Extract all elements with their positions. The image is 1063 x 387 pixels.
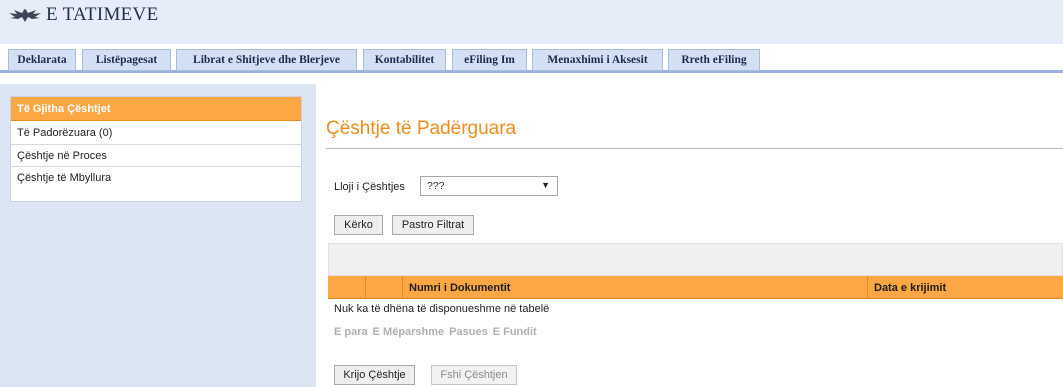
logo[interactable]: E TATIMEVE [6, 4, 159, 25]
sidebar-item-padorezuara[interactable]: Të Padorëzuara (0) [11, 122, 301, 144]
eagle-emblem-icon [9, 9, 41, 22]
page-title: Çështje të Padërguara [326, 118, 517, 139]
create-case-button[interactable]: Krijo Çështje [334, 365, 415, 385]
column-header-action[interactable] [366, 276, 403, 299]
main-navigation: Deklarata Listëpagesat Librat e Shitjeve… [0, 47, 1063, 73]
site-header: E TATIMEVE [0, 0, 1063, 44]
clear-filters-button[interactable]: Pastro Filtrat [392, 215, 474, 235]
column-header-select[interactable] [328, 276, 366, 299]
tab-rreth-efiling[interactable]: Rreth eFiling [668, 49, 760, 71]
title-divider [326, 148, 1063, 149]
table-pager: E para E Mëparshme Pasues E Fundit [334, 326, 537, 338]
tab-deklarata[interactable]: Deklarata [8, 49, 76, 71]
table-header: Numri i Dokumentit Data e krijimit [328, 276, 1063, 299]
tab-efiling-im[interactable]: eFiling Im [452, 49, 527, 71]
sidebar-heading[interactable]: Të Gjitha Çështjet [11, 97, 301, 121]
tab-librat[interactable]: Librat e Shitjeve dhe Blerjeve [176, 49, 357, 71]
tab-kontabilitet[interactable]: Kontabilitet [363, 49, 446, 71]
sidebar-menu: Të Gjitha Çështjet Të Padorëzuara (0) Çë… [10, 96, 302, 202]
pager-first[interactable]: E para [334, 326, 368, 338]
table-empty-message: Nuk ka të dhëna të disponueshme në tabel… [334, 303, 550, 315]
delete-case-button[interactable]: Fshi Çështjen [431, 365, 517, 385]
main-content: Çështje të Padërguara Lloji i Çështjes ?… [316, 84, 1063, 387]
filter-label: Lloji i Çështjes [334, 181, 405, 193]
column-document-number-label: Numri i Dokumentit [409, 281, 511, 294]
column-header-document-number[interactable]: Numri i Dokumentit [403, 276, 868, 299]
sidebar-item-ne-proces[interactable]: Çështje në Proces [11, 144, 301, 166]
pager-next[interactable]: Pasues [449, 326, 488, 338]
dropdown-arrow-icon: ▼ [541, 180, 550, 190]
tab-listepagesat[interactable]: Listëpagesat [82, 49, 171, 71]
case-type-selected-value: ??? [427, 180, 445, 192]
column-header-creation-date[interactable]: Data e krijimit [868, 276, 1063, 299]
sidebar-item-mbyllura[interactable]: Çështje të Mbyllura [11, 166, 301, 188]
case-type-select[interactable]: ??? ▼ [420, 176, 558, 196]
table-toolbar [328, 243, 1063, 276]
pager-previous[interactable]: E Mëparshme [373, 326, 445, 338]
tab-menaxhimi[interactable]: Menaxhimi i Aksesit [532, 49, 663, 71]
logo-text: E TATIMEVE [46, 4, 159, 25]
pager-last[interactable]: E Fundit [493, 326, 537, 338]
search-button[interactable]: Kërko [334, 215, 383, 235]
sidebar: Të Gjitha Çështjet Të Padorëzuara (0) Çë… [0, 84, 316, 387]
